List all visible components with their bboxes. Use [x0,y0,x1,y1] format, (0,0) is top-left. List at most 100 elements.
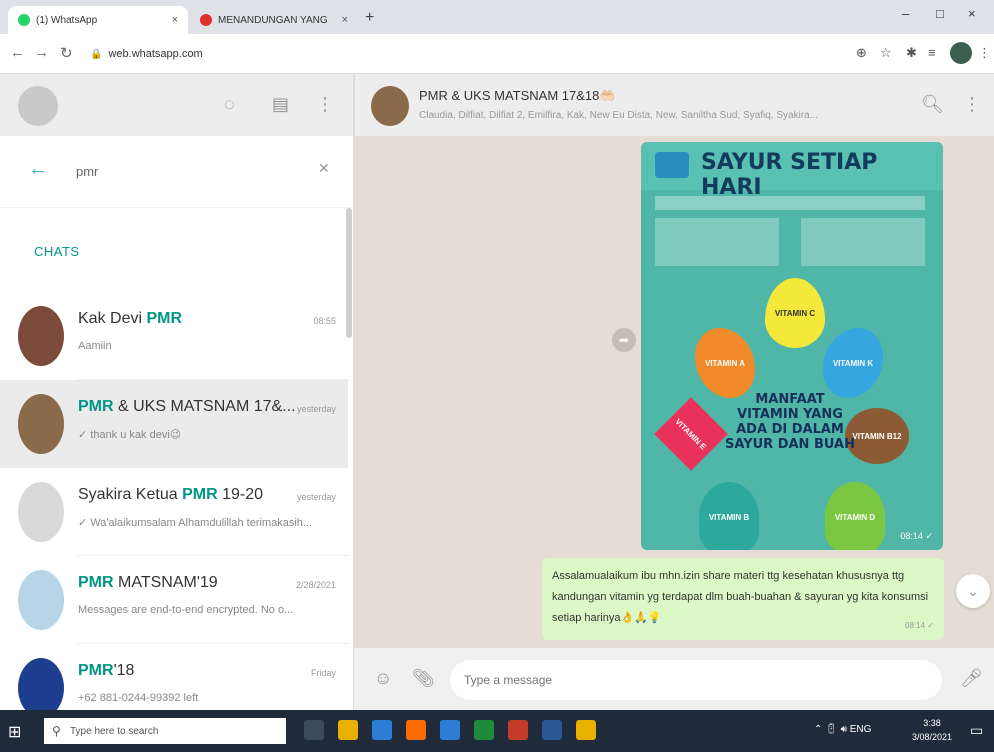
attach-icon[interactable]: 📎︎ [412,668,435,689]
lock-icon: 🔒 [90,48,103,60]
chat-time: 08:55 [313,316,336,326]
conversation-members: Claudia, Dilfiat, Dilfiat 2, Emilfira, K… [419,110,819,121]
search-icon[interactable]: 🔍︎ [921,94,944,115]
section-label-chats: CHATS [34,244,80,259]
chat-last-message: ✓ thank u kak devi😉 [78,429,182,441]
my-avatar[interactable] [18,86,58,126]
avatar [18,482,64,542]
message-text: Assalamualaikum ibu mhn.izin share mater… [552,570,929,624]
close-tab-icon[interactable]: × [172,14,178,26]
avatar [18,306,64,366]
close-window-button[interactable]: × [968,6,976,21]
taskbar-search[interactable]: ⚲ Type here to search [44,718,286,744]
petal-vitamin-a: VITAMIN A [695,328,755,398]
chat-item-pmr-matsnam-19[interactable]: PMR MATSNAM'19 2/28/2021 Messages are en… [0,556,348,644]
chat-item-kak-devi[interactable]: Kak Devi PMR 08:55 Aamiin [0,292,348,380]
reading-list-icon[interactable]: ≡ [928,45,936,60]
app-icon[interactable] [576,720,596,740]
reload-icon[interactable]: ↻ [60,44,73,62]
search-input[interactable] [76,156,296,186]
store-icon[interactable] [372,720,392,740]
petal-vitamin-k: VITAMIN K [823,328,883,398]
back-icon[interactable]: ← [10,44,25,61]
chat-last-message: Messages are end-to-end encrypted. No o.… [78,604,294,616]
chat-item-pmr-18[interactable]: PMR'18 Friday +62 881-0244-99392 left [0,644,348,710]
status-icon[interactable]: ◌ [224,94,235,115]
chat-time: 2/28/2021 [295,580,336,590]
microphone-icon[interactable]: 🎤︎ [960,668,983,689]
taskbar-clock[interactable]: 3:38 3/08/2021 [912,716,952,744]
conversation-title: PMR & UKS MATSNAM 17&18🤲🏻 [419,88,616,103]
chat-time: Friday [310,668,336,678]
message-time: 08:14 ✓ [905,621,934,630]
avatar [18,658,64,710]
tab-title: MENANDUNGAN YANG [218,14,328,26]
new-tab-button[interactable]: + [365,9,374,27]
image-paragraph [655,196,925,210]
chrome-icon[interactable] [508,720,528,740]
zoom-icon[interactable]: ⊕ [856,45,867,61]
sidebar-header: ◌ ▤ ⋮ [0,74,353,136]
avatar [18,570,64,630]
browser-tab-other[interactable]: MENANDUNGAN YANG × [190,6,358,34]
notification-icon[interactable]: ▭ [970,722,983,739]
menu-icon[interactable]: ⋮ [978,45,991,61]
chat-item-syakira[interactable]: Syakira Ketua PMR 19-20 yesterday ✓ Wa'a… [0,468,348,556]
forward-icon[interactable]: → [34,44,49,61]
text-message[interactable]: Assalamualaikum ibu mhn.izin share mater… [542,558,944,640]
star-icon[interactable]: ☆ [880,45,892,61]
forward-icon[interactable]: ➦ [612,328,636,352]
emoji-icon[interactable]: ☺ [374,668,392,689]
chat-name: PMR MATSNAM'19 [78,574,218,591]
petal-vitamin-b: VITAMIN B [699,482,759,550]
clear-search-icon[interactable]: ✕ [318,160,330,177]
chat-name: Kak Devi PMR [78,310,183,327]
image-column-left [655,218,779,266]
group-avatar[interactable] [371,86,409,126]
youtube-favicon-icon [200,14,212,26]
taskbar: ⊞ ⚲ Type here to search ⌃ 🔋︎ 🔊︎ ENG 3:38… [0,710,994,752]
petal-vitamin-c: VITAMIN C [765,278,825,348]
chat-last-message: Aamiin [78,340,112,352]
file-explorer-icon[interactable] [338,720,358,740]
firefox-icon[interactable] [406,720,426,740]
search-bar: ← ✕ [0,136,353,208]
mail-icon[interactable] [440,720,460,740]
browser-tab-whatsapp[interactable]: (1) WhatsApp × [8,6,188,34]
menu-icon[interactable]: ⋮ [316,94,334,115]
maximize-button[interactable]: □ [936,6,944,21]
chat-item-pmr-uks-matsnam[interactable]: PMR & UKS MATSNAM 17&... yesterday ✓ tha… [0,380,348,468]
address-bar[interactable]: 🔒 web.whatsapp.com [90,42,860,66]
url-text: web.whatsapp.com [108,48,203,60]
scroll-down-button[interactable]: ⌄ [956,574,990,608]
chat-time: yesterday [296,404,336,414]
minimize-button[interactable]: – [902,6,909,21]
chat-time: yesterday [296,492,336,502]
system-tray[interactable]: ⌃ 🔋︎ 🔊︎ ENG [814,724,871,735]
new-chat-icon[interactable]: ▤ [272,94,289,115]
chat-last-message: ✓ Wa'alaikumsalam Alhamdulillah terimaka… [78,517,313,529]
back-arrow-icon[interactable]: ← [28,158,48,181]
close-tab-icon[interactable]: × [342,14,348,26]
logo-icon [655,152,689,178]
image-message[interactable]: SAYUR SETIAP HARI VITAMIN C VITAMIN A VI… [641,142,943,550]
clock-time: 3:38 [923,718,941,728]
avatar [18,394,64,454]
word-icon[interactable] [542,720,562,740]
petal-vitamin-e: VITAMIN E [654,397,728,471]
conversation-header[interactable]: PMR & UKS MATSNAM 17&18🤲🏻 Claudia, Dilfi… [354,74,994,136]
chat-last-message: +62 881-0244-99392 left [78,692,199,704]
message-time: 08:14 ✓ [900,531,933,541]
message-composer: ☺ 📎︎ 🎤︎ [354,648,994,710]
excel-icon[interactable] [474,720,494,740]
image-column-right [801,218,925,266]
conversation-pane: PMR & UKS MATSNAM 17&18🤲🏻 Claudia, Dilfi… [354,74,994,710]
task-view-icon[interactable] [304,720,324,740]
browser-tab-strip: (1) WhatsApp × MENANDUNGAN YANG × + – □ … [0,0,994,34]
windows-start-icon[interactable]: ⊞ [8,722,21,742]
extensions-icon[interactable]: ✱ [906,45,917,61]
chat-name: PMR'18 [78,662,135,679]
profile-avatar[interactable] [950,42,972,64]
message-input[interactable] [450,660,942,700]
menu-icon[interactable]: ⋮ [963,94,981,115]
